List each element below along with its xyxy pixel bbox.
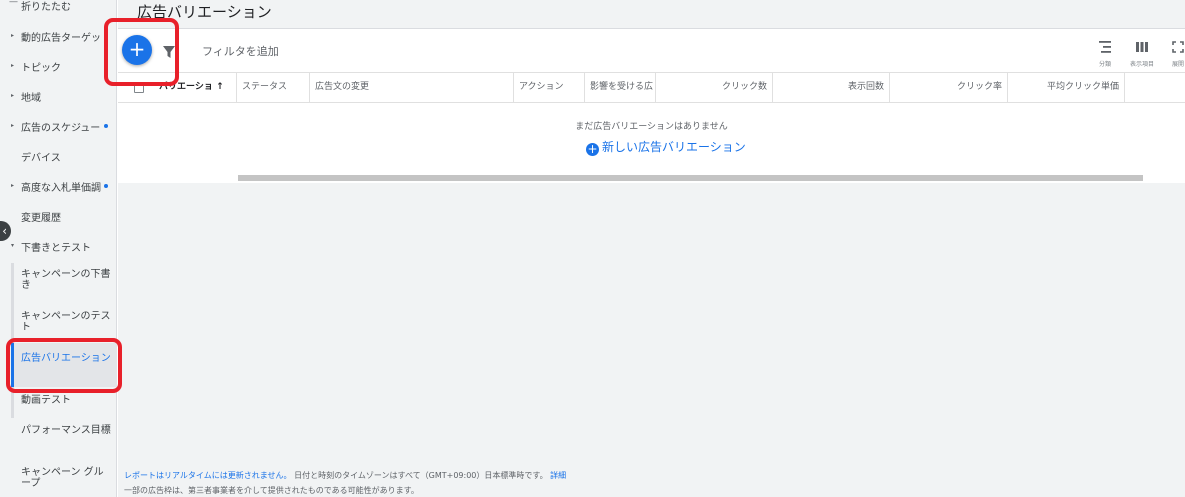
sidebar-item-label: 下書きとテスト bbox=[21, 243, 91, 253]
footer-note: レポートはリアルタイムには更新されません。 日付と時刻のタイムゾーンはすべて（G… bbox=[124, 470, 566, 481]
sidebar-item-video-experiments[interactable]: 動画テスト bbox=[21, 395, 113, 406]
sidebar-item-bid-adjustments[interactable]: ▸ 高度な入札単価調 bbox=[0, 179, 117, 193]
column-header-ctr[interactable]: クリック率 bbox=[890, 73, 1008, 102]
highlight-box-sidebar bbox=[6, 338, 122, 393]
add-circle-icon: + bbox=[586, 142, 599, 156]
columns-button[interactable]: 表示項目 bbox=[1130, 38, 1154, 68]
sidebar-item-label: 高度な入札単価調 bbox=[21, 183, 101, 193]
third-party-notice: 一部の広告枠は、第三者事業者を介して提供されたものである可能性があります。 bbox=[124, 486, 419, 495]
sidebar-item-drafts-experiments[interactable]: ▾ 下書きとテスト bbox=[0, 239, 117, 253]
notification-dot bbox=[104, 124, 108, 128]
expand-icon bbox=[1172, 38, 1184, 57]
details-link[interactable]: 詳細 bbox=[550, 471, 566, 480]
column-header-action[interactable]: アクション bbox=[514, 73, 585, 102]
new-ad-variation-link[interactable]: + 新しい広告バリエーション bbox=[586, 138, 746, 156]
column-header-clicks[interactable]: クリック数 bbox=[656, 73, 773, 102]
sort-arrow-icon: ↑ bbox=[216, 82, 224, 92]
sidebar-item-performance-goals[interactable]: パフォーマンス目標 bbox=[21, 425, 113, 436]
expand-arrow-icon: ▸ bbox=[11, 32, 15, 39]
empty-state-message: まだ広告バリエーションはありません bbox=[575, 122, 728, 132]
expand-label: 展開 bbox=[1172, 61, 1185, 68]
collapse-arrow-icon: ▾ bbox=[11, 242, 15, 249]
column-header-affected-ads[interactable]: 影響を受ける広 bbox=[585, 73, 656, 102]
add-filter-button[interactable]: フィルタを追加 bbox=[202, 43, 279, 59]
column-header-impressions[interactable]: 表示回数 bbox=[773, 73, 890, 102]
expand-arrow-icon: ▸ bbox=[11, 122, 15, 129]
sidebar-item-campaign-experiments[interactable]: キャンペーンのテスト bbox=[21, 311, 113, 333]
expand-arrow-icon: ▸ bbox=[11, 182, 15, 189]
sidebar-item-label: トピック bbox=[21, 63, 61, 73]
collapse-dash-icon: — bbox=[9, 0, 18, 7]
table-header: バリエーション ↑ ステータス 広告文の変更 アクション 影響を受ける広 クリッ… bbox=[118, 72, 1185, 103]
columns-icon bbox=[1135, 38, 1149, 57]
notification-dot bbox=[104, 184, 108, 188]
sidebar-item-collapse[interactable]: — 折りたたむ bbox=[0, 0, 117, 12]
highlight-box-add bbox=[104, 18, 179, 86]
sidebar-item-label: 広告のスケジュー bbox=[21, 123, 101, 133]
column-header-avg-cpc[interactable]: 平均クリック単価 bbox=[1008, 73, 1125, 102]
sidebar-item-topics[interactable]: ▸ トピック bbox=[0, 59, 117, 73]
column-header-status[interactable]: ステータス bbox=[237, 73, 310, 102]
segment-label: 分類 bbox=[1098, 61, 1111, 68]
sidebar-item-ad-schedule[interactable]: ▸ 広告のスケジュー bbox=[0, 119, 117, 133]
expand-arrow-icon: ▸ bbox=[11, 92, 15, 99]
sidebar-item-label: 動的広告ターゲッ bbox=[21, 33, 101, 43]
sidebar-item-change-history[interactable]: 変更履歴 bbox=[0, 209, 117, 223]
expand-arrow-icon: ▸ bbox=[11, 62, 15, 69]
expand-button[interactable]: 展開 bbox=[1172, 38, 1185, 68]
sidebar-item-campaign-groups[interactable]: キャンペーン グループ bbox=[21, 467, 113, 489]
segment-button[interactable]: 分類 bbox=[1098, 38, 1112, 68]
sidebar-item-devices[interactable]: デバイス bbox=[0, 149, 117, 163]
sidebar-item-label: 変更履歴 bbox=[21, 213, 61, 223]
sidebar-item-dynamic-ad-targets[interactable]: ▸ 動的広告ターゲッ bbox=[0, 29, 117, 43]
sidebar-item-label: 折りたたむ bbox=[21, 2, 71, 12]
sidebar-item-locations[interactable]: ▸ 地域 bbox=[0, 89, 117, 103]
sidebar-item-campaign-drafts[interactable]: キャンペーンの下書き bbox=[21, 269, 113, 291]
column-header-ad-text-change[interactable]: 広告文の変更 bbox=[310, 73, 514, 102]
sidebar-item-label: 地域 bbox=[21, 93, 41, 103]
sidebar-item-label: デバイス bbox=[21, 153, 61, 163]
timezone-text: 日付と時刻のタイムゾーンはすべて（GMT+09:00）日本標準時です。 bbox=[291, 471, 551, 480]
new-ad-variation-label: 新しい広告バリエーション bbox=[602, 140, 746, 154]
segment-icon bbox=[1098, 38, 1112, 57]
realtime-notice-link[interactable]: レポートはリアルタイムには更新されません。 bbox=[124, 471, 292, 480]
columns-label: 表示項目 bbox=[1130, 61, 1155, 68]
horizontal-scrollbar[interactable] bbox=[238, 175, 1143, 181]
